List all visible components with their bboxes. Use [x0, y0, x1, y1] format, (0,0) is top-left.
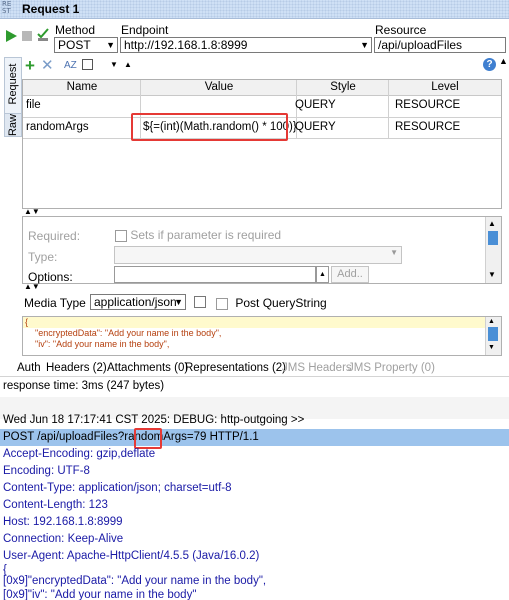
param-level: RESOURCE [395, 99, 461, 111]
table-icon[interactable] [82, 59, 93, 70]
col-style[interactable]: Style [297, 81, 389, 93]
body-line: "encryptedData": "Add your name in the b… [35, 328, 222, 338]
chevron-down-icon: ▼ [174, 297, 183, 307]
add-option-button[interactable]: Add.. [331, 266, 369, 283]
play-icon [6, 30, 17, 42]
log-header-line: Content-Length: 123 [3, 499, 108, 511]
detail-scrollbar[interactable]: ▲ ▼ [485, 217, 501, 283]
params-header: Name Value Style Level [23, 80, 501, 96]
move-up-icon[interactable]: ▲ [124, 60, 132, 69]
param-name: randomArgs [26, 121, 89, 133]
endpoint-value: http://192.168.1.8:8999 [124, 38, 248, 52]
rest-request-icon: RE ST [2, 0, 12, 15]
highlight-box [131, 113, 288, 141]
media-type-label: Media Type [24, 296, 86, 310]
scroll-up-icon[interactable]: ▲ [488, 318, 495, 325]
scroll-up-icon[interactable]: ▲ [488, 219, 496, 228]
log-body-line: [0x9]"iv": "Add your name in the body" [3, 589, 197, 600]
resource-value: /api/uploadFiles [378, 38, 463, 52]
checkbox-icon [216, 297, 228, 310]
resource-input[interactable]: /api/uploadFiles [374, 37, 506, 53]
body-line: { [25, 317, 29, 327]
tab-jms-property[interactable]: JMS Property (0) [348, 362, 435, 374]
col-level[interactable]: Level [389, 81, 501, 93]
param-style: QUERY [295, 99, 336, 111]
scroll-thumb[interactable] [488, 231, 498, 245]
log-body-line: [0x9]"encryptedData": "Add your name in … [3, 575, 267, 587]
col-value[interactable]: Value [141, 81, 297, 93]
options-input[interactable] [114, 266, 316, 283]
tab-jms-headers[interactable]: JMS Headers [282, 362, 352, 374]
param-level: RESOURCE [395, 121, 461, 133]
col-name[interactable]: Name [23, 81, 141, 93]
scroll-thumb[interactable] [488, 327, 498, 341]
options-icon[interactable] [36, 26, 50, 42]
log-header-line: Encoding: UTF-8 [3, 465, 90, 477]
move-down-icon[interactable]: ▼ [110, 60, 118, 69]
run-button[interactable] [4, 29, 18, 43]
log-header-line: User-Agent: Apache-HttpClient/4.5.5 (Jav… [3, 550, 260, 562]
method-select[interactable]: POST ▼ [54, 37, 118, 53]
log-header-line: Connection: Keep-Alive [3, 533, 124, 545]
body-scrollbar[interactable]: ▲ ▼ [485, 317, 501, 355]
endpoint-label: Endpoint [121, 23, 169, 37]
options-dropdown-icon[interactable]: ▲ [316, 266, 329, 283]
tab-attachments[interactable]: Attachments (0) [107, 362, 188, 374]
window-title: Request 1 [22, 2, 80, 16]
log-request-line: POST /api/uploadFiles?randomArgs=79 HTTP… [0, 429, 509, 446]
scroll-arrow-icon[interactable]: ▲ [499, 56, 508, 66]
log-header-line: Host: 192.168.1.8:8999 [3, 516, 123, 528]
tab-request[interactable]: Request [4, 57, 22, 115]
scroll-down-icon[interactable]: ▼ [488, 344, 495, 351]
splitter-arrows-icon[interactable]: ▲▼ [24, 282, 40, 291]
log-header-line: Content-Type: application/json; charset=… [3, 482, 232, 494]
tab-auth[interactable]: Auth [17, 362, 41, 374]
chevron-down-icon: ▼ [106, 40, 115, 50]
log-debug-line: Wed Jun 18 17:17:41 CST 2025: DEBUG: htt… [3, 414, 305, 426]
type-select[interactable]: ▼ [114, 246, 402, 264]
body-editor[interactable]: { "encryptedData": "Add your name in the… [22, 316, 502, 356]
param-detail-panel: Required: Sets if parameter is required … [22, 216, 502, 284]
chevron-down-icon: ▼ [390, 248, 398, 257]
body-line: "iv": "Add your name in the body", [35, 339, 170, 349]
add-param-icon[interactable]: + [25, 57, 35, 74]
log-header-line: Accept-Encoding: gzip,deflate [3, 448, 156, 460]
media-type-select[interactable]: application/json ▼ [90, 294, 186, 310]
help-icon[interactable]: ? [483, 58, 496, 71]
chevron-down-icon: ▼ [360, 40, 369, 50]
checkbox-icon [115, 229, 127, 242]
method-label: Method [55, 23, 96, 37]
tab-representations[interactable]: Representations (2) [185, 362, 286, 374]
response-time: response time: 3ms (247 bytes) [3, 380, 165, 392]
format-icon[interactable] [194, 296, 206, 308]
scroll-down-icon[interactable]: ▼ [488, 270, 496, 279]
sort-icon[interactable]: AZ [64, 60, 77, 71]
delete-param-icon[interactable]: ✕ [41, 58, 54, 73]
endpoint-select[interactable]: http://192.168.1.8:8999 ▼ [120, 37, 372, 53]
param-style: QUERY [295, 121, 336, 133]
tab-raw[interactable]: Raw [4, 113, 22, 137]
param-name: file [26, 99, 41, 111]
splitter-arrows-icon[interactable]: ▲▼ [24, 207, 40, 216]
tab-headers[interactable]: Headers (2) [46, 362, 107, 374]
stop-icon[interactable] [22, 31, 32, 41]
required-checkbox[interactable]: Sets if parameter is required [115, 228, 281, 242]
status-bar: response time: 3ms (247 bytes) [0, 376, 509, 398]
resource-label: Resource [375, 23, 427, 37]
required-label: Required: [28, 229, 81, 243]
type-label: Type: [28, 250, 58, 264]
method-value: POST [58, 38, 91, 52]
params-table: Name Value Style Level file QUERY RESOUR… [22, 79, 502, 209]
window-titlebar: RE ST Request 1 [0, 0, 509, 19]
post-querystring-checkbox[interactable]: Post QueryString [216, 296, 327, 310]
